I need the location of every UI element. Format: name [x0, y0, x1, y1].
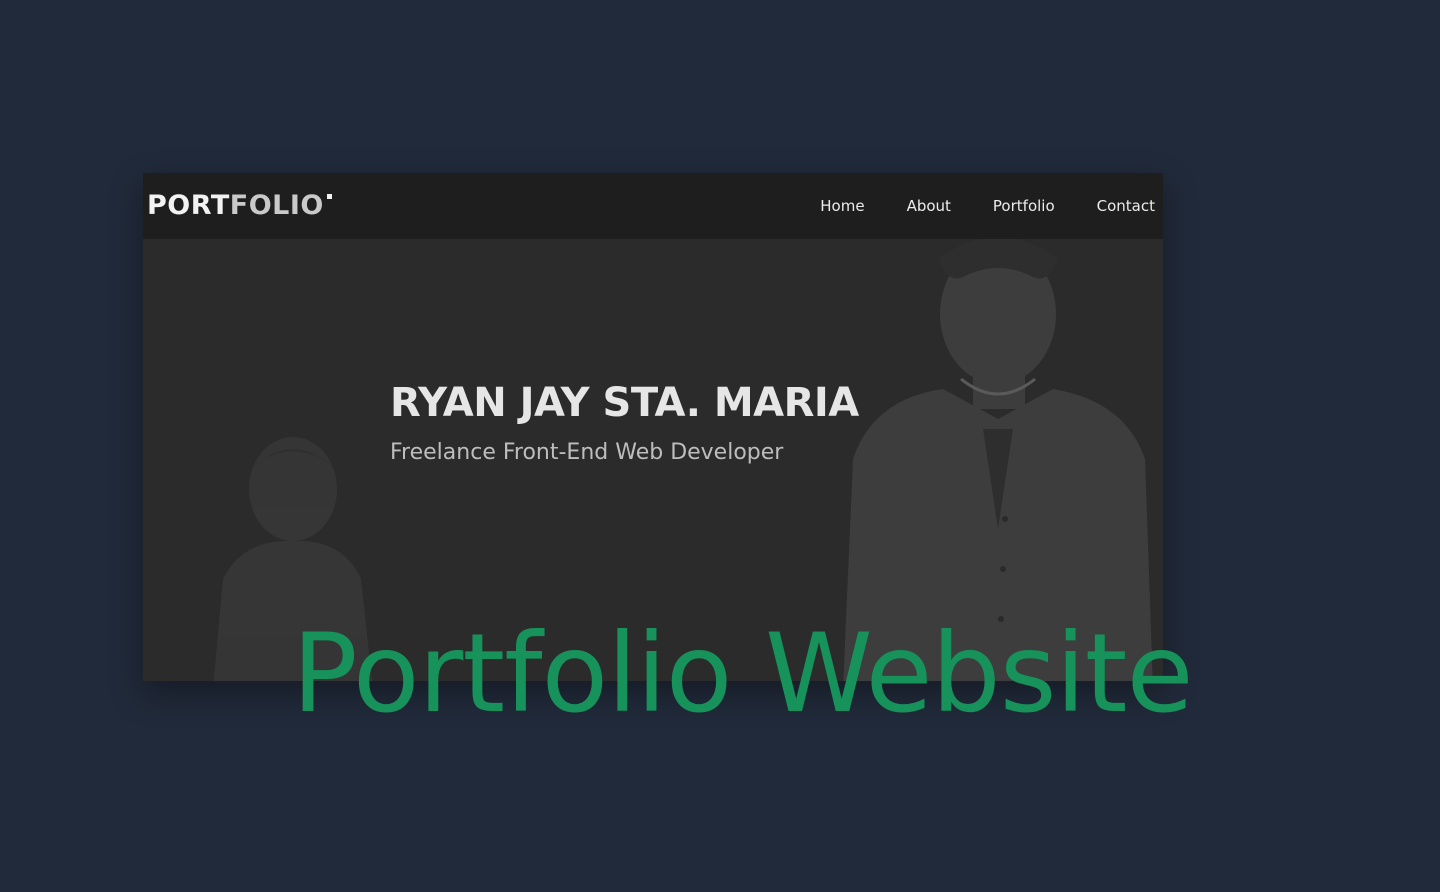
nav-link-portfolio[interactable]: Portfolio	[993, 197, 1055, 215]
logo-text-primary: PORT	[147, 190, 230, 221]
site-logo[interactable]: PORTFOLIO	[147, 190, 332, 222]
hero-name: RYAN JAY STA. MARIA	[390, 380, 859, 426]
logo-text-secondary: FOLIO	[229, 190, 324, 221]
nav-links: Home About Portfolio Contact	[778, 197, 1155, 215]
site-navbar: PORTFOLIO Home About Portfolio Contact	[143, 173, 1163, 239]
nav-link-contact[interactable]: Contact	[1097, 197, 1155, 215]
hero-role: Freelance Front-End Web Developer	[390, 440, 784, 465]
logo-dot-icon	[326, 194, 332, 199]
nav-link-home[interactable]: Home	[820, 197, 864, 215]
nav-link-about[interactable]: About	[907, 197, 951, 215]
project-caption: Portfolio Website	[292, 610, 1194, 737]
